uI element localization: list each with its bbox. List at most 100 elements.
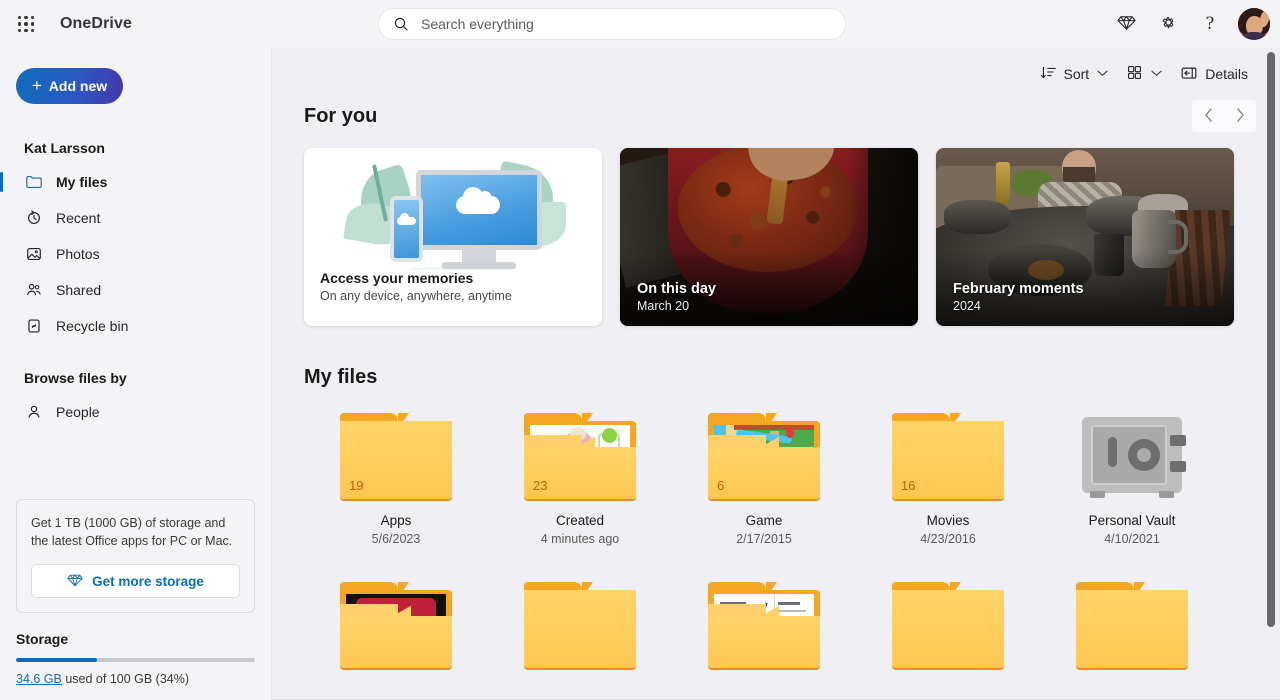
card-subtitle: March 20 xyxy=(637,299,716,313)
file-tile-movies[interactable]: 16 Movies 4/23/2016 xyxy=(856,407,1040,554)
vault-safe-icon xyxy=(1076,413,1188,501)
top-bar-actions: ? xyxy=(1106,4,1280,44)
search-box[interactable] xyxy=(378,8,846,40)
sidebar-item-recycle-bin[interactable]: Recycle bin xyxy=(0,308,271,344)
sidebar-item-label: Recent xyxy=(56,210,100,226)
card-subtitle: On any device, anywhere, anytime xyxy=(320,289,586,303)
chevron-right-icon xyxy=(1236,108,1245,125)
app-launcher-grid-icon xyxy=(18,16,35,33)
premium-diamond-icon xyxy=(67,572,83,591)
folder-icon xyxy=(524,582,636,670)
card-access-your-memories[interactable]: Access your memories On any device, anyw… xyxy=(304,148,602,326)
sidebar-item-photos[interactable]: Photos xyxy=(0,236,271,272)
help-question-icon: ? xyxy=(1206,13,1214,35)
my-files-title: My files xyxy=(304,366,377,389)
view-options-button[interactable] xyxy=(1118,58,1170,90)
details-label: Details xyxy=(1205,66,1248,82)
sidebar-item-label: Recycle bin xyxy=(56,318,128,334)
carousel-nav xyxy=(1192,100,1256,132)
file-date: 4/10/2021 xyxy=(1104,532,1160,546)
add-new-button[interactable]: + Add new xyxy=(16,68,123,104)
avatar[interactable] xyxy=(1238,8,1270,40)
file-tile-created[interactable]: 23 Created 4 minutes ago xyxy=(488,407,672,554)
card-on-this-day[interactable]: On this day March 20 xyxy=(620,148,918,326)
browse-files-by-header: Browse files by xyxy=(0,370,271,386)
details-button[interactable]: Details xyxy=(1172,58,1256,90)
my-files-header: My files xyxy=(304,366,1256,389)
folder-item-count: 23 xyxy=(533,478,547,493)
storage-used-link[interactable]: 34.6 GB xyxy=(16,672,62,686)
for-you-title: For you xyxy=(304,105,377,128)
file-tile-game[interactable]: 6 Game 2/17/2015 xyxy=(672,407,856,554)
chevron-down-icon xyxy=(1097,69,1108,79)
chevron-down-icon xyxy=(1151,69,1162,79)
file-tile-row2-3[interactable] xyxy=(672,576,856,678)
sidebar-item-label: Photos xyxy=(56,246,100,262)
file-tile-row2-5[interactable] xyxy=(1040,576,1224,678)
file-tile-personal-vault[interactable]: Personal Vault 4/10/2021 xyxy=(1040,407,1224,554)
grid-view-icon xyxy=(1126,64,1143,84)
sidebar: + Add new Kat Larsson My files xyxy=(0,48,272,700)
folder-icon xyxy=(892,582,1004,670)
devices-cloud-illustration xyxy=(304,148,602,270)
sidebar-item-recent[interactable]: Recent xyxy=(0,200,271,236)
vertical-scrollbar[interactable] xyxy=(1266,52,1276,696)
carousel-next-button[interactable] xyxy=(1224,100,1256,132)
storage-rest-text: used of 100 GB (34%) xyxy=(62,672,189,686)
file-tile-row2-2[interactable] xyxy=(488,576,672,678)
file-date: 2/17/2015 xyxy=(736,532,792,546)
settings-button[interactable] xyxy=(1148,4,1188,44)
file-tile-row2-4[interactable] xyxy=(856,576,1040,678)
sort-button[interactable]: Sort xyxy=(1032,58,1117,90)
folder-icon: 16 xyxy=(892,413,1004,501)
file-date: 5/6/2023 xyxy=(372,532,421,546)
sidebar-browse-nav: People xyxy=(0,394,271,430)
settings-gear-icon xyxy=(1159,13,1178,35)
sort-icon xyxy=(1040,64,1057,84)
folder-item-count: 16 xyxy=(901,478,915,493)
sidebar-footer: Get 1 TB (1000 GB) of storage and the la… xyxy=(0,499,271,700)
person-icon xyxy=(24,402,44,422)
sidebar-item-label: Shared xyxy=(56,282,101,298)
chevron-left-icon xyxy=(1204,108,1213,125)
premium-button[interactable] xyxy=(1106,4,1146,44)
folder-icon xyxy=(24,172,44,192)
get-more-storage-button[interactable]: Get more storage xyxy=(31,564,240,598)
recycle-bin-icon xyxy=(24,316,44,336)
file-name: Movies xyxy=(927,513,970,528)
top-app-bar: OneDrive xyxy=(0,0,1280,48)
card-caption: February moments 2024 xyxy=(953,281,1084,313)
folder-icon: 6 xyxy=(708,413,820,501)
file-name: Personal Vault xyxy=(1089,513,1176,528)
file-date: 4 minutes ago xyxy=(541,532,620,546)
storage-progress-bar xyxy=(16,658,255,662)
body: + Add new Kat Larsson My files xyxy=(0,48,1280,700)
for-you-header: For you xyxy=(304,100,1256,132)
app-launcher-button[interactable] xyxy=(4,4,48,44)
help-button[interactable]: ? xyxy=(1190,4,1230,44)
sidebar-user-name: Kat Larsson xyxy=(0,140,271,156)
file-tile-apps[interactable]: 19 Apps 5/6/2023 xyxy=(304,407,488,554)
card-text: Access your memories On any device, anyw… xyxy=(304,270,602,303)
search-icon xyxy=(393,16,409,32)
card-subtitle: 2024 xyxy=(953,299,1084,313)
file-name: Created xyxy=(556,513,604,528)
scrollbar-thumb[interactable] xyxy=(1267,52,1275,627)
brand-title[interactable]: OneDrive xyxy=(60,15,132,33)
folder-icon xyxy=(708,582,820,670)
folder-icon: 19 xyxy=(340,413,452,501)
sidebar-item-shared[interactable]: Shared xyxy=(0,272,271,308)
carousel-prev-button[interactable] xyxy=(1192,100,1224,132)
card-february-moments[interactable]: February moments 2024 xyxy=(936,148,1234,326)
file-name: Apps xyxy=(381,513,412,528)
command-bar: Sort xyxy=(272,48,1280,100)
sidebar-item-label: My files xyxy=(56,174,107,190)
get-more-storage-label: Get more storage xyxy=(92,574,204,589)
sidebar-item-people[interactable]: People xyxy=(0,394,271,430)
file-tile-row2-1[interactable] xyxy=(304,576,488,678)
storage-title: Storage xyxy=(16,631,255,647)
files-grid: 19 Apps 5/6/2023 xyxy=(304,407,1256,678)
onedrive-app: OneDrive xyxy=(0,0,1280,700)
search-input[interactable] xyxy=(421,16,831,32)
sidebar-item-my-files[interactable]: My files xyxy=(0,164,271,200)
